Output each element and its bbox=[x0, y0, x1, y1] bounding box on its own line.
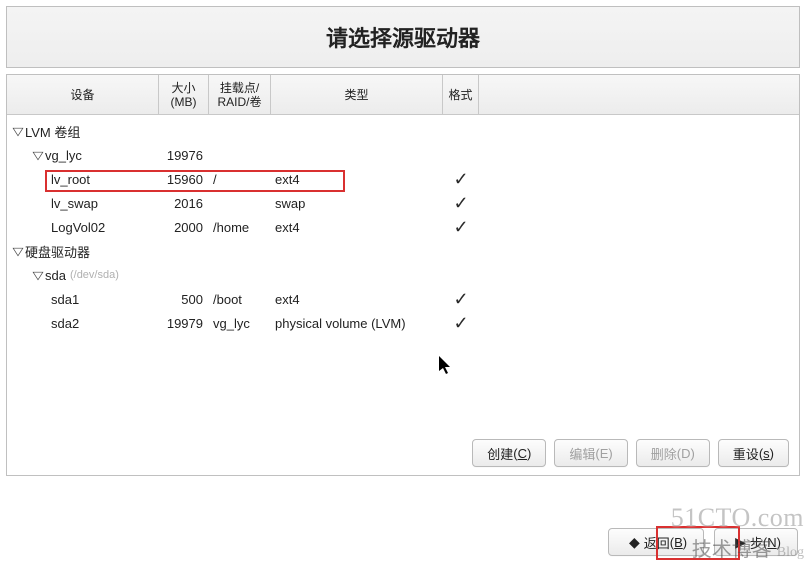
part-size: 19979 bbox=[159, 316, 209, 331]
delete-button[interactable]: 删除(D) bbox=[636, 439, 710, 467]
disk-hint: (/dev/sda) bbox=[70, 269, 119, 281]
lv-type: ext4 bbox=[271, 220, 443, 235]
table-row[interactable]: sda2 19979 vg_lyc physical volume (LVM) … bbox=[7, 311, 799, 335]
lv-name: lv_root bbox=[7, 172, 159, 187]
create-button[interactable]: 创建(C) bbox=[472, 439, 546, 467]
table-header: 设备 大小 (MB) 挂载点/ RAID/卷 类型 格式 bbox=[7, 75, 799, 115]
group-hdd[interactable]: ▽硬盘驱动器 bbox=[7, 239, 799, 263]
lv-type: ext4 bbox=[271, 172, 443, 187]
check-icon: ✓ bbox=[443, 289, 479, 310]
edit-button[interactable]: 编辑(E) bbox=[554, 439, 627, 467]
lv-size: 2016 bbox=[159, 196, 209, 211]
chevron-down-icon: ▽ bbox=[29, 269, 47, 282]
table-row[interactable]: lv_swap 2016 swap ✓ bbox=[7, 191, 799, 215]
part-name: sda2 bbox=[7, 316, 159, 331]
lv-name: LogVol02 bbox=[7, 220, 159, 235]
lv-type: swap bbox=[271, 196, 443, 211]
vg-row[interactable]: ▽vg_lyc 19976 bbox=[7, 143, 799, 167]
lv-size: 15960 bbox=[159, 172, 209, 187]
title-bar: 请选择源驱动器 bbox=[6, 6, 800, 68]
table-row[interactable]: lv_root 15960 / ext4 ✓ bbox=[7, 167, 799, 191]
cursor-icon bbox=[439, 356, 453, 376]
table-row[interactable]: LogVol02 2000 /home ext4 ✓ bbox=[7, 215, 799, 239]
part-type: physical volume (LVM) bbox=[271, 316, 443, 331]
check-icon: ✓ bbox=[443, 193, 479, 214]
chevron-down-icon: ▽ bbox=[9, 125, 27, 138]
col-format[interactable]: 格式 bbox=[443, 75, 479, 114]
col-device[interactable]: 设备 bbox=[7, 75, 159, 114]
partition-list-panel: 设备 大小 (MB) 挂载点/ RAID/卷 类型 格式 ▽LVM 卷组 ▽vg… bbox=[6, 74, 800, 476]
part-name: sda1 bbox=[7, 292, 159, 307]
panel-buttons: 创建(C) 编辑(E) 删除(D) 重设(s) bbox=[472, 439, 789, 467]
wizard-nav: ◆返回 (B) ▶步 (N) bbox=[608, 528, 798, 556]
group-label: LVM 卷组 bbox=[25, 122, 80, 141]
back-button[interactable]: ◆返回 (B) bbox=[608, 528, 704, 556]
part-type: ext4 bbox=[271, 292, 443, 307]
disk-row[interactable]: ▽sda (/dev/sda) bbox=[7, 263, 799, 287]
col-mount[interactable]: 挂载点/ RAID/卷 bbox=[209, 75, 271, 114]
group-label: 硬盘驱动器 bbox=[25, 242, 90, 261]
arrow-right-icon: ▶ bbox=[735, 534, 746, 551]
table-body: ▽LVM 卷组 ▽vg_lyc 19976 lv_root 15960 / ex… bbox=[7, 115, 799, 335]
chevron-down-icon: ▽ bbox=[9, 245, 27, 258]
part-mount: /boot bbox=[209, 292, 271, 307]
part-size: 500 bbox=[159, 292, 209, 307]
vg-size: 19976 bbox=[159, 148, 209, 163]
lv-size: 2000 bbox=[159, 220, 209, 235]
lv-mount: / bbox=[209, 172, 271, 187]
check-icon: ✓ bbox=[443, 313, 479, 334]
lv-mount: /home bbox=[209, 220, 271, 235]
check-icon: ✓ bbox=[443, 169, 479, 190]
vg-name: vg_lyc bbox=[45, 148, 82, 163]
check-icon: ✓ bbox=[443, 217, 479, 238]
arrow-left-icon: ◆ bbox=[629, 534, 640, 551]
reset-button[interactable]: 重设(s) bbox=[718, 439, 789, 467]
disk-name: sda bbox=[45, 268, 66, 283]
col-size[interactable]: 大小 (MB) bbox=[159, 75, 209, 114]
col-type[interactable]: 类型 bbox=[271, 75, 443, 114]
page-title: 请选择源驱动器 bbox=[326, 21, 480, 53]
group-lvm[interactable]: ▽LVM 卷组 bbox=[7, 119, 799, 143]
lv-name: lv_swap bbox=[7, 196, 159, 211]
chevron-down-icon: ▽ bbox=[29, 149, 47, 162]
next-button[interactable]: ▶步 (N) bbox=[714, 528, 798, 556]
part-mount: vg_lyc bbox=[209, 316, 271, 331]
table-row[interactable]: sda1 500 /boot ext4 ✓ bbox=[7, 287, 799, 311]
